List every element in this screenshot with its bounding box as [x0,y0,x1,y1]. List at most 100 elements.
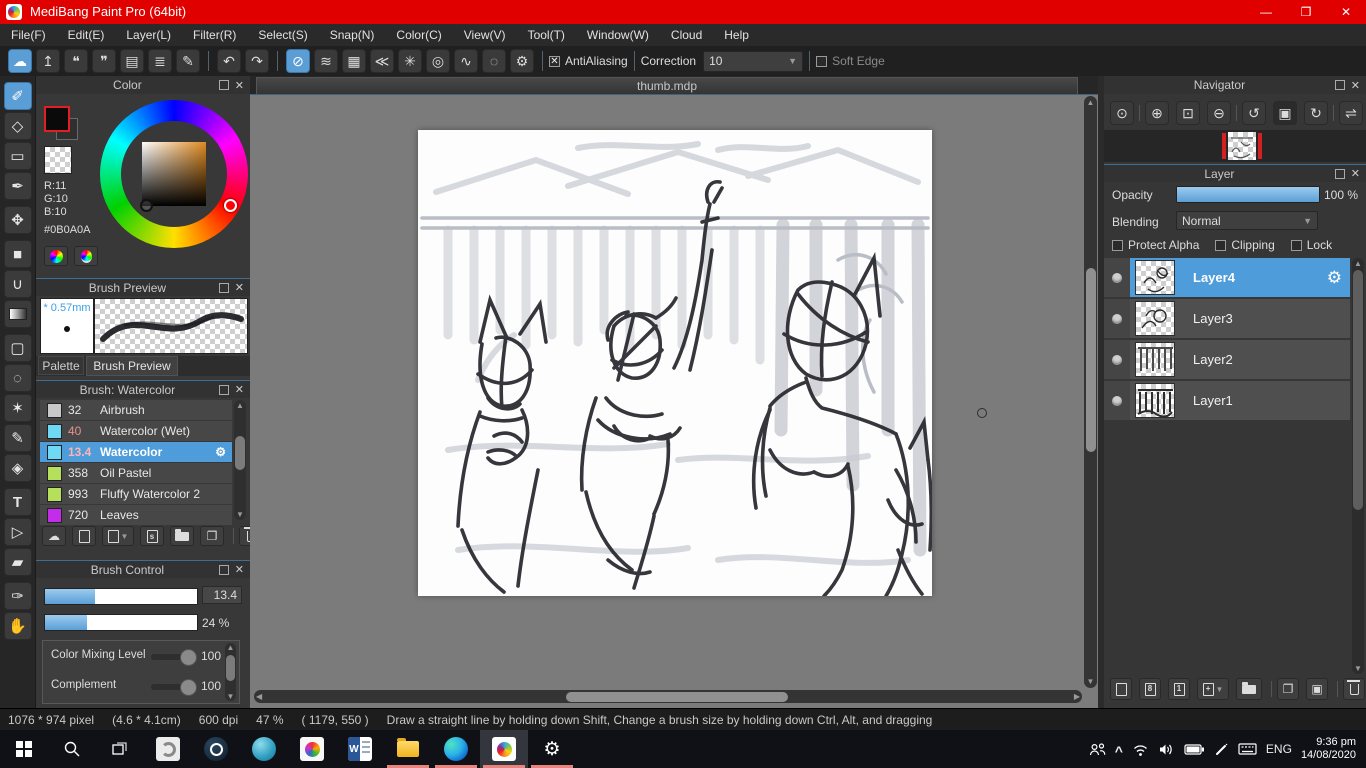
brush-tool-icon[interactable]: ✐ [3,82,32,110]
snap-settings-button[interactable]: ⚙ [510,49,534,73]
people-icon[interactable] [1089,742,1106,757]
transparent-color-swatch[interactable] [44,146,72,174]
taskbar-app-edge[interactable] [432,730,480,768]
correction-dropdown[interactable]: 10 ▼ [703,50,804,72]
transfer-layer-button[interactable]: ▣ [1306,678,1328,700]
fill-rect-tool-icon[interactable]: ■ [3,240,32,268]
restore-button[interactable]: ❐ [1286,0,1326,24]
move-tool-icon[interactable]: ✥ [3,206,32,234]
tab-palette[interactable]: Palette [38,356,84,375]
fit-screen-button[interactable]: ⊡ [1176,101,1200,125]
compose-button[interactable]: ✎ [176,49,200,73]
taskbar-app-settings[interactable]: ⚙ [528,730,576,768]
taskbar-search-button[interactable] [48,730,96,768]
rotate-cw-button[interactable]: ↻ [1304,101,1328,125]
eraser-slant-tool-icon[interactable]: ▰ [3,548,32,576]
brush-size-value[interactable]: 13.4 [202,586,242,604]
layer-visibility-gutter[interactable] [1104,381,1130,420]
popout-icon[interactable] [218,564,229,575]
snap-parallel-button[interactable]: ≋ [314,49,338,73]
color-wheel[interactable] [100,100,248,248]
protect-alpha-checkbox[interactable] [1112,239,1123,251]
layer-list-scrollbar[interactable]: ▲ ▼ [1352,258,1364,674]
hue-marker[interactable] [224,199,237,212]
taskbar-app-sphere[interactable] [240,730,288,768]
popout-icon[interactable] [218,80,229,90]
menu-filter[interactable]: Filter(R) [182,24,247,46]
eraser-tool-icon[interactable]: ◇ [3,112,32,140]
layer-visibility-gutter[interactable] [1104,299,1130,338]
chat-button[interactable]: ❝ [64,49,88,73]
select-marquee-tool-icon[interactable]: ▢ [3,334,32,362]
menu-file[interactable]: File(F) [0,24,57,46]
close-icon[interactable]: ✕ [235,383,244,396]
close-icon[interactable]: ✕ [235,281,244,294]
close-button[interactable]: ✕ [1326,0,1366,24]
brush-cloud-download-button[interactable]: ☁ [42,526,66,546]
sv-marker[interactable] [140,199,153,212]
layer-row[interactable]: Layer2 [1104,340,1350,379]
snap-concentric-button[interactable]: ◎ [426,49,450,73]
brush-add-button[interactable] [72,526,96,546]
menu-snap[interactable]: Snap(N) [319,24,386,46]
blending-dropdown[interactable]: Normal ▼ [1176,211,1318,230]
popout-icon[interactable] [218,384,229,395]
brush-row[interactable]: 40 Watercolor (Wet) [40,421,232,442]
control-point-tool-icon[interactable]: ✒ [3,172,32,200]
menu-layer[interactable]: Layer(L) [115,24,182,46]
palette-button[interactable] [44,246,68,266]
brush-control-scrollbar[interactable]: ▲ ▼ [225,643,236,701]
layer-settings-gear-icon[interactable]: ⚙ [1327,268,1342,288]
layer-row[interactable]: Layer1 [1104,381,1350,420]
menu-view[interactable]: View(V) [453,24,517,46]
delete-layer-button[interactable] [1343,678,1365,700]
brush-folder-button[interactable] [170,526,194,546]
close-icon[interactable]: ✕ [235,79,244,92]
taskbar-app-explorer[interactable] [384,730,432,768]
shape-tool-icon[interactable]: ▭ [3,142,32,170]
saturation-value-square[interactable] [142,142,206,206]
popout-icon[interactable] [218,282,229,293]
layer-visibility-gutter[interactable] [1104,340,1130,379]
close-icon[interactable]: ✕ [1351,167,1360,180]
lasso-tool-icon[interactable]: ◌ [3,364,32,392]
battery-icon[interactable] [1184,743,1205,756]
add-8bit-layer-button[interactable]: 8 [1139,678,1161,700]
brush-duplicate-button[interactable]: ❐ [200,526,224,546]
layer-row[interactable]: Layer3 [1104,299,1350,338]
taskbar-clock[interactable]: 9:36 pm 14/08/2020 [1301,736,1362,762]
select-eraser-tool-icon[interactable]: ◈ [3,454,32,482]
menu-edit[interactable]: Edit(E) [57,24,116,46]
brush-add-type-button[interactable]: ▼ [102,526,134,546]
snap-ellipse-button[interactable]: ◌ [482,49,506,73]
add-layer-button[interactable] [1110,678,1132,700]
brush-row[interactable]: 720 Leaves [40,505,232,526]
layer-visibility-gutter[interactable] [1104,258,1130,297]
snap-grid-button[interactable]: ▦ [342,49,366,73]
pixel-zoom-button[interactable]: ⊙ [1110,101,1134,125]
taskbar-app-steam[interactable] [192,730,240,768]
taskbar-app-paint[interactable] [288,730,336,768]
brush-settings-gear-icon[interactable]: ⚙ [215,445,226,459]
color-mixing-slider[interactable] [151,649,197,666]
tray-expand-chevron-icon[interactable]: ^ [1115,743,1123,759]
zoom-out-button[interactable]: ⊖ [1207,101,1231,125]
comment-button[interactable]: ❞ [92,49,116,73]
snap-off-button[interactable]: ⊘ [286,49,310,73]
navigator-preview-strip[interactable] [1104,130,1366,162]
brush-script-button[interactable]: s [140,526,164,546]
reset-view-button[interactable]: ▣ [1273,101,1297,125]
brush-row[interactable]: 32 Airbrush [40,400,232,421]
cloud-sync-button[interactable]: ☁ [8,49,32,73]
add-layer-type-button[interactable]: + ▼ [1197,678,1229,700]
duplicate-layer-button[interactable]: ❐ [1277,678,1299,700]
select-pen-tool-icon[interactable]: ✎ [3,424,32,452]
popout-icon[interactable] [1334,168,1345,179]
layer-folder-button[interactable] [1236,678,1262,700]
menu-color[interactable]: Color(C) [385,24,452,46]
tab-brush-preview[interactable]: Brush Preview [86,356,178,376]
document-tab[interactable]: thumb.mdp [256,77,1078,94]
menu-cloud[interactable]: Cloud [660,24,713,46]
palette-edit-button[interactable] [74,246,98,266]
opacity-slider[interactable] [1176,186,1320,203]
